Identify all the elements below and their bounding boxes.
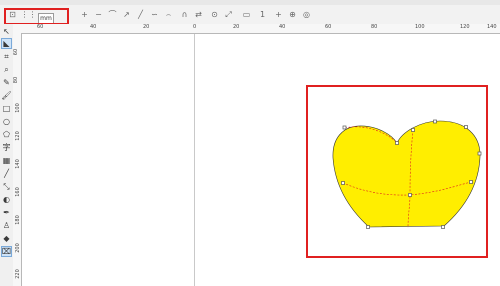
selection-highlight-box xyxy=(306,85,488,258)
